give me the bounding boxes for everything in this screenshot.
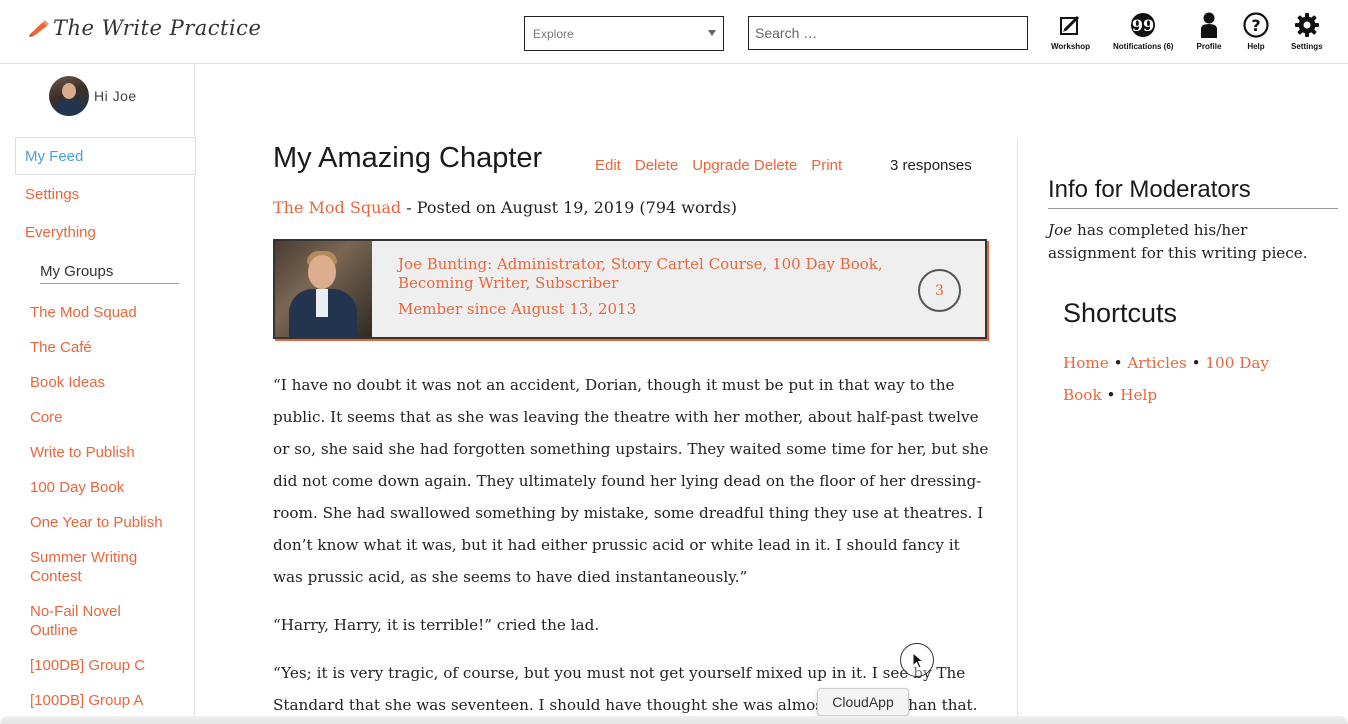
nav-notifications[interactable]: 99 Notifications (6) xyxy=(1113,12,1173,51)
avatar xyxy=(49,76,89,116)
sidebar-item-my-feed[interactable]: My Feed xyxy=(15,137,196,175)
nav-label: Profile xyxy=(1196,42,1222,51)
site-logo[interactable]: The Write Practice xyxy=(28,16,261,40)
chevron-down-icon xyxy=(708,30,716,36)
sidebar-item-settings[interactable]: Settings xyxy=(25,185,79,204)
nav-label: Help xyxy=(1247,42,1265,51)
post-actions: Edit Delete Upgrade Delete Print xyxy=(595,157,842,174)
group-link[interactable]: 100 Day Book xyxy=(30,478,124,497)
column-divider xyxy=(1017,140,1018,724)
person-icon xyxy=(1196,12,1222,38)
logo-text: The Write Practice xyxy=(53,16,262,40)
nav-label: Settings xyxy=(1291,42,1323,51)
quote-bubble-icon: 99 xyxy=(1130,12,1156,38)
user-greeting[interactable]: Hi Joe xyxy=(49,76,137,116)
my-groups-heading: My Groups xyxy=(40,263,179,284)
delete-link[interactable]: Delete xyxy=(635,157,678,174)
shortcuts-list: Home • Articles • 100 Day Book • Help xyxy=(1063,347,1303,411)
moderators-info: Joe has completed his/her assignment for… xyxy=(1048,219,1338,265)
left-sidebar: Hi Joe My Feed Settings Everything My Gr… xyxy=(0,64,196,724)
explore-dropdown[interactable]: Explore xyxy=(524,16,724,51)
separator: • xyxy=(1186,354,1206,372)
mouse-pointer-icon xyxy=(912,652,925,669)
nav-profile[interactable]: Profile xyxy=(1196,12,1222,51)
group-link[interactable]: [100DB] Group A xyxy=(30,691,143,710)
post-title: My Amazing Chapter xyxy=(273,142,543,174)
shortcut-home[interactable]: Home xyxy=(1063,354,1109,372)
shortcuts-heading: Shortcuts xyxy=(1063,298,1178,328)
upgrade-delete-link[interactable]: Upgrade Delete xyxy=(692,157,797,174)
author-info: Joe Bunting: Administrator, Story Cartel… xyxy=(398,255,908,319)
nav-settings[interactable]: Settings xyxy=(1291,12,1323,51)
responses-count[interactable]: 3 responses xyxy=(890,157,972,174)
body-paragraph: “Harry, Harry, it is terrible!” cried th… xyxy=(273,616,600,634)
separator: • xyxy=(1101,386,1121,404)
group-link[interactable]: Core xyxy=(30,408,63,427)
cursor-indicator xyxy=(900,643,934,677)
nav-label: Workshop xyxy=(1051,42,1090,51)
edit-link[interactable]: Edit xyxy=(595,157,621,174)
moderator-status: has completed his/her assignment for thi… xyxy=(1048,221,1308,262)
svg-text:?: ? xyxy=(1251,16,1260,35)
post-meta: The Mod Squad - Posted on August 19, 201… xyxy=(273,198,737,217)
body-paragraph: “I have no doubt it was not an accident,… xyxy=(273,376,989,586)
question-circle-icon: ? xyxy=(1243,12,1269,38)
group-link[interactable]: The Mod Squad xyxy=(273,198,401,217)
group-link[interactable]: Summer Writing Contest xyxy=(30,548,180,586)
group-link[interactable]: No-Fail Novel Outline xyxy=(30,602,170,640)
bottom-bar xyxy=(0,716,1348,724)
nav-help[interactable]: ? Help xyxy=(1243,12,1269,51)
pencil-icon xyxy=(29,20,49,37)
author-roles[interactable]: Joe Bunting: Administrator, Story Cartel… xyxy=(398,255,908,293)
svg-text:99: 99 xyxy=(1132,16,1154,35)
sidebar-item-everything[interactable]: Everything xyxy=(25,223,96,242)
group-link[interactable]: One Year to Publish xyxy=(30,513,163,532)
member-since: Member since August 13, 2013 xyxy=(398,300,637,318)
post-body: “I have no doubt it was not an accident,… xyxy=(273,369,991,724)
group-link[interactable]: Write to Publish xyxy=(30,443,135,462)
cloudapp-tooltip[interactable]: CloudApp xyxy=(817,688,909,716)
edit-square-icon xyxy=(1057,12,1083,38)
group-link[interactable]: [100DB] Group C xyxy=(30,656,145,675)
explore-label: Explore xyxy=(533,27,574,41)
nav-label: Notifications (6) xyxy=(1113,42,1174,51)
gear-icon xyxy=(1294,12,1320,38)
nav-workshop[interactable]: Workshop xyxy=(1051,12,1090,51)
moderator-name: Joe xyxy=(1048,221,1073,239)
author-count-badge[interactable]: 3 xyxy=(918,269,961,312)
greeting-text: Hi Joe xyxy=(94,88,137,104)
print-link[interactable]: Print xyxy=(811,157,842,174)
author-card: Joe Bunting: Administrator, Story Cartel… xyxy=(273,239,987,339)
group-link[interactable]: Book Ideas xyxy=(30,373,105,392)
shortcut-help[interactable]: Help xyxy=(1120,386,1157,404)
author-photo xyxy=(275,241,372,337)
shortcut-articles[interactable]: Articles xyxy=(1127,354,1186,372)
group-link[interactable]: The Mod Squad xyxy=(30,303,137,322)
search-input[interactable] xyxy=(748,16,1028,50)
posted-info: - Posted on August 19, 2019 (794 words) xyxy=(401,198,737,217)
moderators-heading: Info for Moderators xyxy=(1048,176,1338,209)
group-link[interactable]: The Café xyxy=(30,338,92,357)
separator: • xyxy=(1108,354,1128,372)
top-header: The Write Practice Explore Workshop 99 N… xyxy=(0,0,1348,64)
